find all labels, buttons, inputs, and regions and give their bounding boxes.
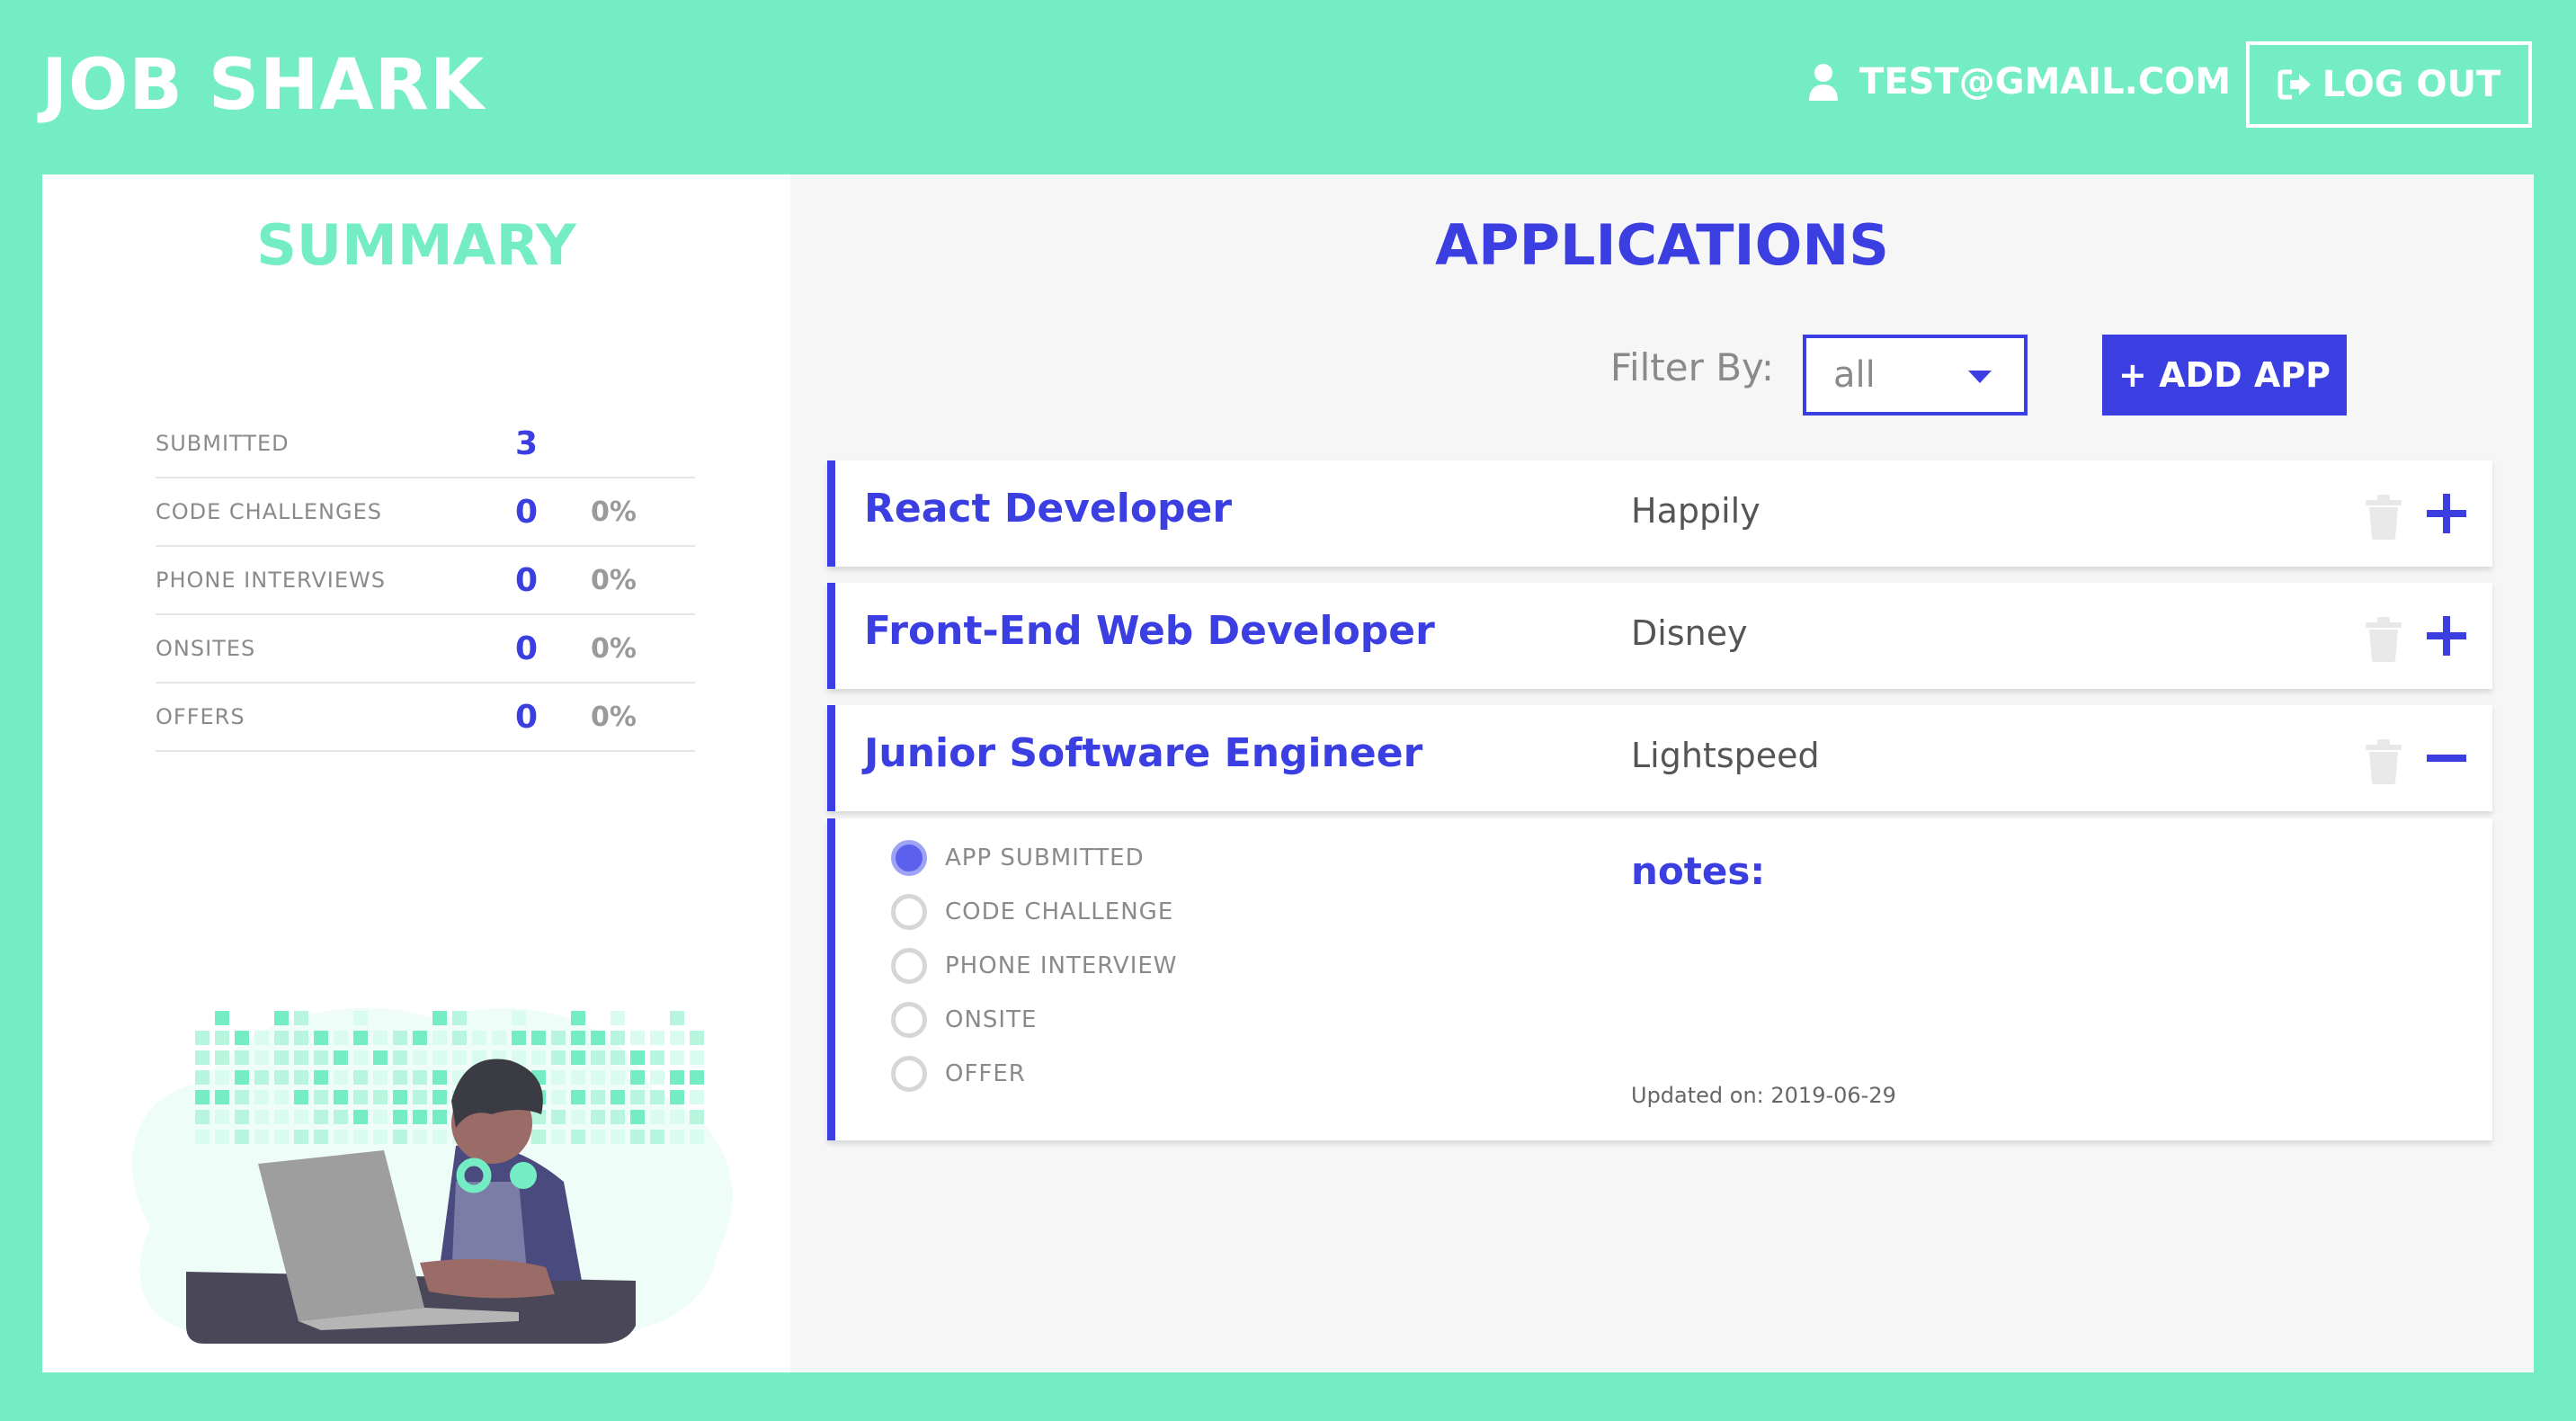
stat-count: 0 [515, 493, 539, 531]
expand-plus-icon[interactable] [2424, 613, 2469, 658]
trash-icon[interactable] [2364, 739, 2403, 784]
logout-label: LOG OUT [2322, 64, 2501, 105]
applications-title: APPLICATIONS [1435, 212, 1889, 278]
stage-label: CODE CHALLENGE [945, 898, 1174, 925]
application-company: Lightspeed [1631, 736, 1820, 775]
radio-unchecked[interactable] [891, 1056, 927, 1092]
stage-label: OFFER [945, 1060, 1026, 1087]
stat-percent: 0% [591, 564, 637, 596]
stat-percent: 0% [591, 632, 637, 665]
stat-count: 0 [515, 630, 539, 667]
notes-label: notes: [1631, 849, 1766, 893]
collapse-minus-icon[interactable] [2424, 736, 2469, 781]
radio-unchecked[interactable] [891, 948, 927, 984]
updated-date: Updated on: 2019-06-29 [1631, 1083, 1896, 1108]
stage-onsite[interactable]: ONSITE [891, 1002, 1037, 1038]
trash-icon[interactable] [2364, 495, 2403, 540]
summary-title: SUMMARY [256, 212, 576, 278]
applications-panel: APPLICATIONS Filter By: all + ADD APP Re… [790, 174, 2534, 1372]
stage-phone-interview[interactable]: PHONE INTERVIEW [891, 948, 1178, 984]
filter-dropdown[interactable]: all [1803, 335, 2028, 416]
summary-panel: SUMMARY SUBMITTED 3 CODE CHALLENGES 0 0%… [42, 174, 790, 1372]
summary-stats: SUBMITTED 3 CODE CHALLENGES 0 0% PHONE I… [156, 410, 695, 752]
application-title: React Developer [864, 486, 1233, 532]
application-card[interactable]: Front-End Web Developer Disney [827, 583, 2492, 689]
chevron-down-icon [1968, 371, 1992, 383]
stage-label: APP SUBMITTED [945, 845, 1145, 871]
developer-illustration [132, 1007, 733, 1344]
stat-label: SUBMITTED [156, 431, 290, 456]
user-email: TEST@GMAIL.COM [1859, 61, 2232, 103]
sign-out-icon [2277, 69, 2311, 100]
user-account: TEST@GMAIL.COM [1807, 61, 2231, 103]
filter-value: all [1833, 354, 1876, 396]
radio-checked[interactable] [891, 840, 927, 876]
stage-label: ONSITE [945, 1006, 1038, 1033]
radio-unchecked[interactable] [891, 894, 927, 930]
stat-row-onsites: ONSITES 0 0% [156, 615, 695, 684]
main-panel: SUMMARY SUBMITTED 3 CODE CHALLENGES 0 0%… [42, 174, 2534, 1372]
stat-row-phone-interviews: PHONE INTERVIEWS 0 0% [156, 547, 695, 615]
filter-label: Filter By: [1609, 345, 1774, 389]
stat-row-submitted: SUBMITTED 3 [156, 410, 695, 478]
stat-label: ONSITES [156, 636, 256, 661]
add-app-button[interactable]: + ADD APP [2102, 335, 2347, 416]
logout-button[interactable]: LOG OUT [2246, 41, 2532, 128]
application-company: Happily [1631, 491, 1760, 531]
stat-count: 3 [515, 425, 539, 462]
stat-row-code-challenges: CODE CHALLENGES 0 0% [156, 478, 695, 547]
application-detail: APP SUBMITTED CODE CHALLENGE PHONE INTER… [827, 818, 2492, 1140]
application-card[interactable]: React Developer Happily [827, 460, 2492, 567]
stage-code-challenge[interactable]: CODE CHALLENGE [891, 894, 1173, 930]
radio-unchecked[interactable] [891, 1002, 927, 1038]
trash-icon[interactable] [2364, 617, 2403, 662]
stage-offer[interactable]: OFFER [891, 1056, 1026, 1092]
stat-percent: 0% [591, 701, 637, 733]
stat-label: OFFERS [156, 704, 245, 729]
application-title: Front-End Web Developer [864, 608, 1435, 654]
stat-count: 0 [515, 561, 539, 599]
expand-plus-icon[interactable] [2424, 491, 2469, 536]
stat-percent: 0% [591, 496, 637, 528]
stage-app-submitted[interactable]: APP SUBMITTED [891, 840, 1145, 876]
user-icon [1809, 64, 1838, 101]
application-card[interactable]: Junior Software Engineer Lightspeed [827, 705, 2492, 811]
application-company: Disney [1631, 613, 1748, 653]
application-title: Junior Software Engineer [864, 730, 1423, 776]
stage-label: PHONE INTERVIEW [945, 952, 1178, 979]
stat-count: 0 [515, 698, 539, 736]
stat-label: CODE CHALLENGES [156, 499, 382, 524]
stat-label: PHONE INTERVIEWS [156, 568, 386, 593]
stat-row-offers: OFFERS 0 0% [156, 684, 695, 752]
app-logo: JOB SHARK [41, 45, 486, 126]
